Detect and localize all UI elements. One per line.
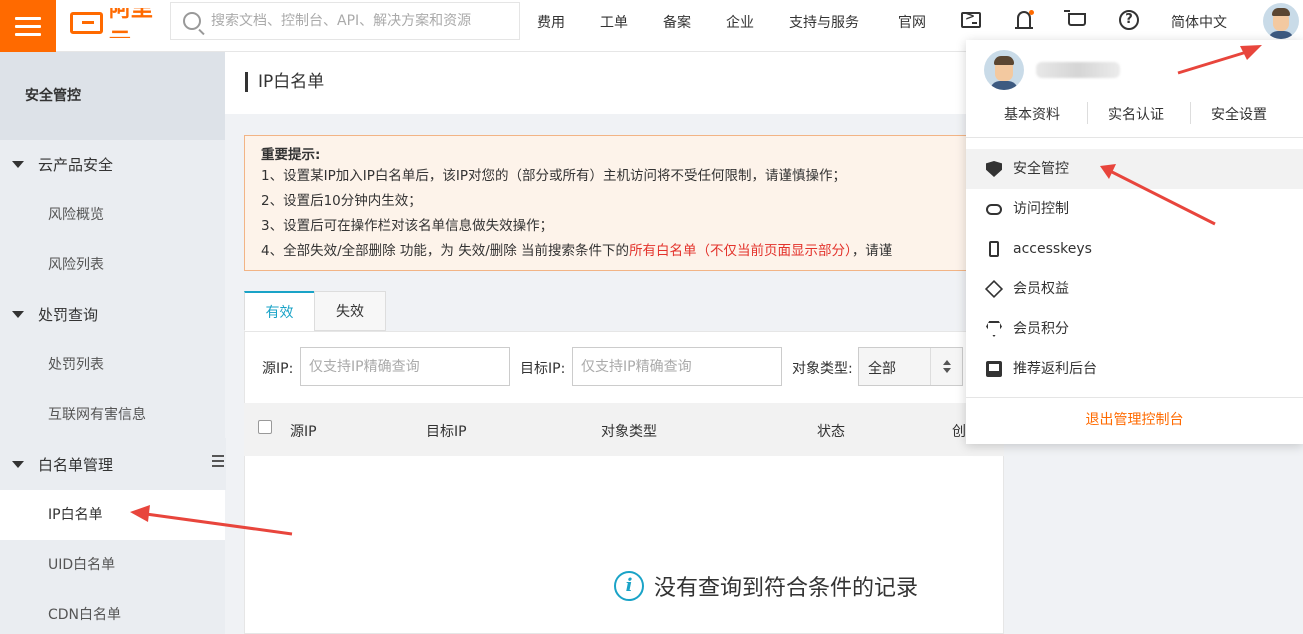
dropdown-avatar	[984, 50, 1024, 90]
sidebar-item-cdn-whitelist[interactable]: CDN白名单	[0, 590, 225, 634]
diamond-icon	[984, 279, 1004, 299]
target-ip-input[interactable]	[572, 347, 782, 386]
nav-support[interactable]: 支持与服务	[789, 12, 859, 32]
user-dropdown: 基本资料 实名认证 安全设置 安全管控 访问控制 accesskeys 会员权益…	[966, 40, 1303, 444]
notice-title: 重要提示:	[261, 147, 321, 163]
select-arrows-icon	[930, 348, 962, 385]
object-type-value: 全部	[868, 361, 896, 377]
column-source-ip: 源IP	[290, 424, 317, 440]
blurred-username	[1036, 62, 1120, 78]
notice-warning-text: 所有白名单（不仅当前页面显示部分）	[629, 243, 852, 259]
caret-down-icon	[12, 461, 24, 468]
sidebar-item-uid-whitelist[interactable]: UID白名单	[0, 540, 225, 590]
sidebar-item-risk-overview[interactable]: 风险概览	[0, 190, 225, 240]
shield-icon	[986, 161, 1002, 177]
nav-fees[interactable]: 费用	[537, 12, 565, 32]
help-icon[interactable]: ?	[1119, 10, 1139, 30]
source-ip-input[interactable]	[300, 347, 510, 386]
profile-links: 基本资料 实名认证 安全设置	[966, 102, 1303, 126]
nav-icp[interactable]: 备案	[663, 12, 691, 32]
sidebar-group-penalty[interactable]: 处罚查询	[0, 290, 225, 340]
sidebar-item-harmful-info[interactable]: 互联网有害信息	[0, 390, 225, 440]
tab-invalid[interactable]: 失效	[314, 291, 386, 331]
nav-official-site[interactable]: 官网	[898, 12, 926, 32]
column-status: 状态	[817, 424, 845, 440]
tab-valid[interactable]: 有效	[244, 291, 315, 331]
sidebar-title: 安全管控	[0, 52, 225, 140]
menu-referral-backend[interactable]: 推荐返利后台	[966, 349, 1303, 389]
key-icon	[989, 241, 999, 257]
target-ip-label: 目标IP:	[520, 361, 566, 377]
terminal-icon[interactable]	[961, 9, 981, 28]
caret-down-icon	[12, 311, 24, 318]
column-target-ip: 目标IP	[426, 424, 467, 440]
empty-state-text: 没有查询到符合条件的记录	[654, 576, 919, 601]
notice-line-3: 3、设置后可在操作栏对该名单信息做失效操作；	[261, 218, 554, 234]
cart-icon[interactable]	[1064, 10, 1086, 26]
nav-enterprise[interactable]: 企业	[726, 12, 754, 32]
logo-text: 阿里云	[108, 8, 153, 38]
cloud-icon	[986, 204, 1002, 215]
link-security-settings[interactable]: 安全设置	[1211, 104, 1267, 124]
referral-icon	[986, 361, 1002, 377]
notice-line-1: 1、设置某IP加入IP白名单后，该IP对您的（部分或所有）主机访问将不受任何限制…	[261, 168, 846, 184]
logout-link[interactable]: 退出管理控制台	[966, 409, 1303, 429]
nav-tickets[interactable]: 工单	[600, 12, 628, 32]
sidebar: 安全管控 云产品安全 风险概览 风险列表 处罚查询 处罚列表 互联网有害信息 白…	[0, 52, 225, 634]
source-ip-label: 源IP:	[262, 361, 294, 377]
menu-member-points[interactable]: 会员积分	[966, 309, 1303, 349]
table-header: 源IP 目标IP 对象类型 状态 创	[244, 403, 1004, 456]
menu-access-control[interactable]: 访问控制	[966, 189, 1303, 229]
notice-line-2: 2、设置后10分钟内生效；	[261, 193, 422, 209]
empty-state: i 没有查询到符合条件的记录	[614, 570, 918, 602]
notification-dot	[1029, 10, 1034, 15]
column-created: 创	[952, 424, 966, 440]
select-all-checkbox[interactable]	[258, 420, 272, 434]
menu-security-control[interactable]: 安全管控	[966, 149, 1303, 189]
caret-down-icon	[12, 161, 24, 168]
object-type-select[interactable]: 全部	[858, 347, 963, 386]
search-input[interactable]	[211, 13, 511, 29]
notice-line-4: 4、全部失效/全部删除 功能，为 失效/删除 当前搜索条件下的所有白名单（不仅当…	[261, 243, 893, 259]
sidebar-item-penalty-list[interactable]: 处罚列表	[0, 340, 225, 390]
info-icon: i	[614, 571, 644, 601]
page-title: IP白名单	[245, 72, 324, 92]
sidebar-item-risk-list[interactable]: 风险列表	[0, 240, 225, 290]
object-type-label: 对象类型:	[792, 361, 853, 377]
gem-icon	[986, 321, 1002, 337]
search-icon	[183, 12, 201, 30]
sidebar-group-product-security[interactable]: 云产品安全	[0, 140, 225, 190]
sidebar-collapse-toggle[interactable]	[208, 438, 226, 490]
logo-mark-icon	[70, 12, 103, 34]
menu-accesskeys[interactable]: accesskeys	[966, 229, 1303, 269]
menu-member-benefits[interactable]: 会员权益	[966, 269, 1303, 309]
column-object-type: 对象类型	[601, 424, 657, 440]
aliyun-logo[interactable]: 阿里云	[70, 8, 168, 38]
user-avatar[interactable]	[1263, 3, 1299, 39]
link-real-name-auth[interactable]: 实名认证	[1108, 104, 1164, 124]
search-box[interactable]	[170, 2, 520, 40]
sidebar-group-whitelist[interactable]: 白名单管理	[0, 440, 225, 490]
link-basic-info[interactable]: 基本资料	[1004, 104, 1060, 124]
language-switch[interactable]: 简体中文	[1171, 12, 1227, 32]
sidebar-item-ip-whitelist[interactable]: IP白名单	[0, 490, 225, 540]
important-notice: 重要提示: 1、设置某IP加入IP白名单后，该IP对您的（部分或所有）主机访问将…	[244, 135, 1004, 271]
hamburger-menu-icon[interactable]	[0, 0, 56, 52]
collapse-icon	[212, 455, 224, 470]
